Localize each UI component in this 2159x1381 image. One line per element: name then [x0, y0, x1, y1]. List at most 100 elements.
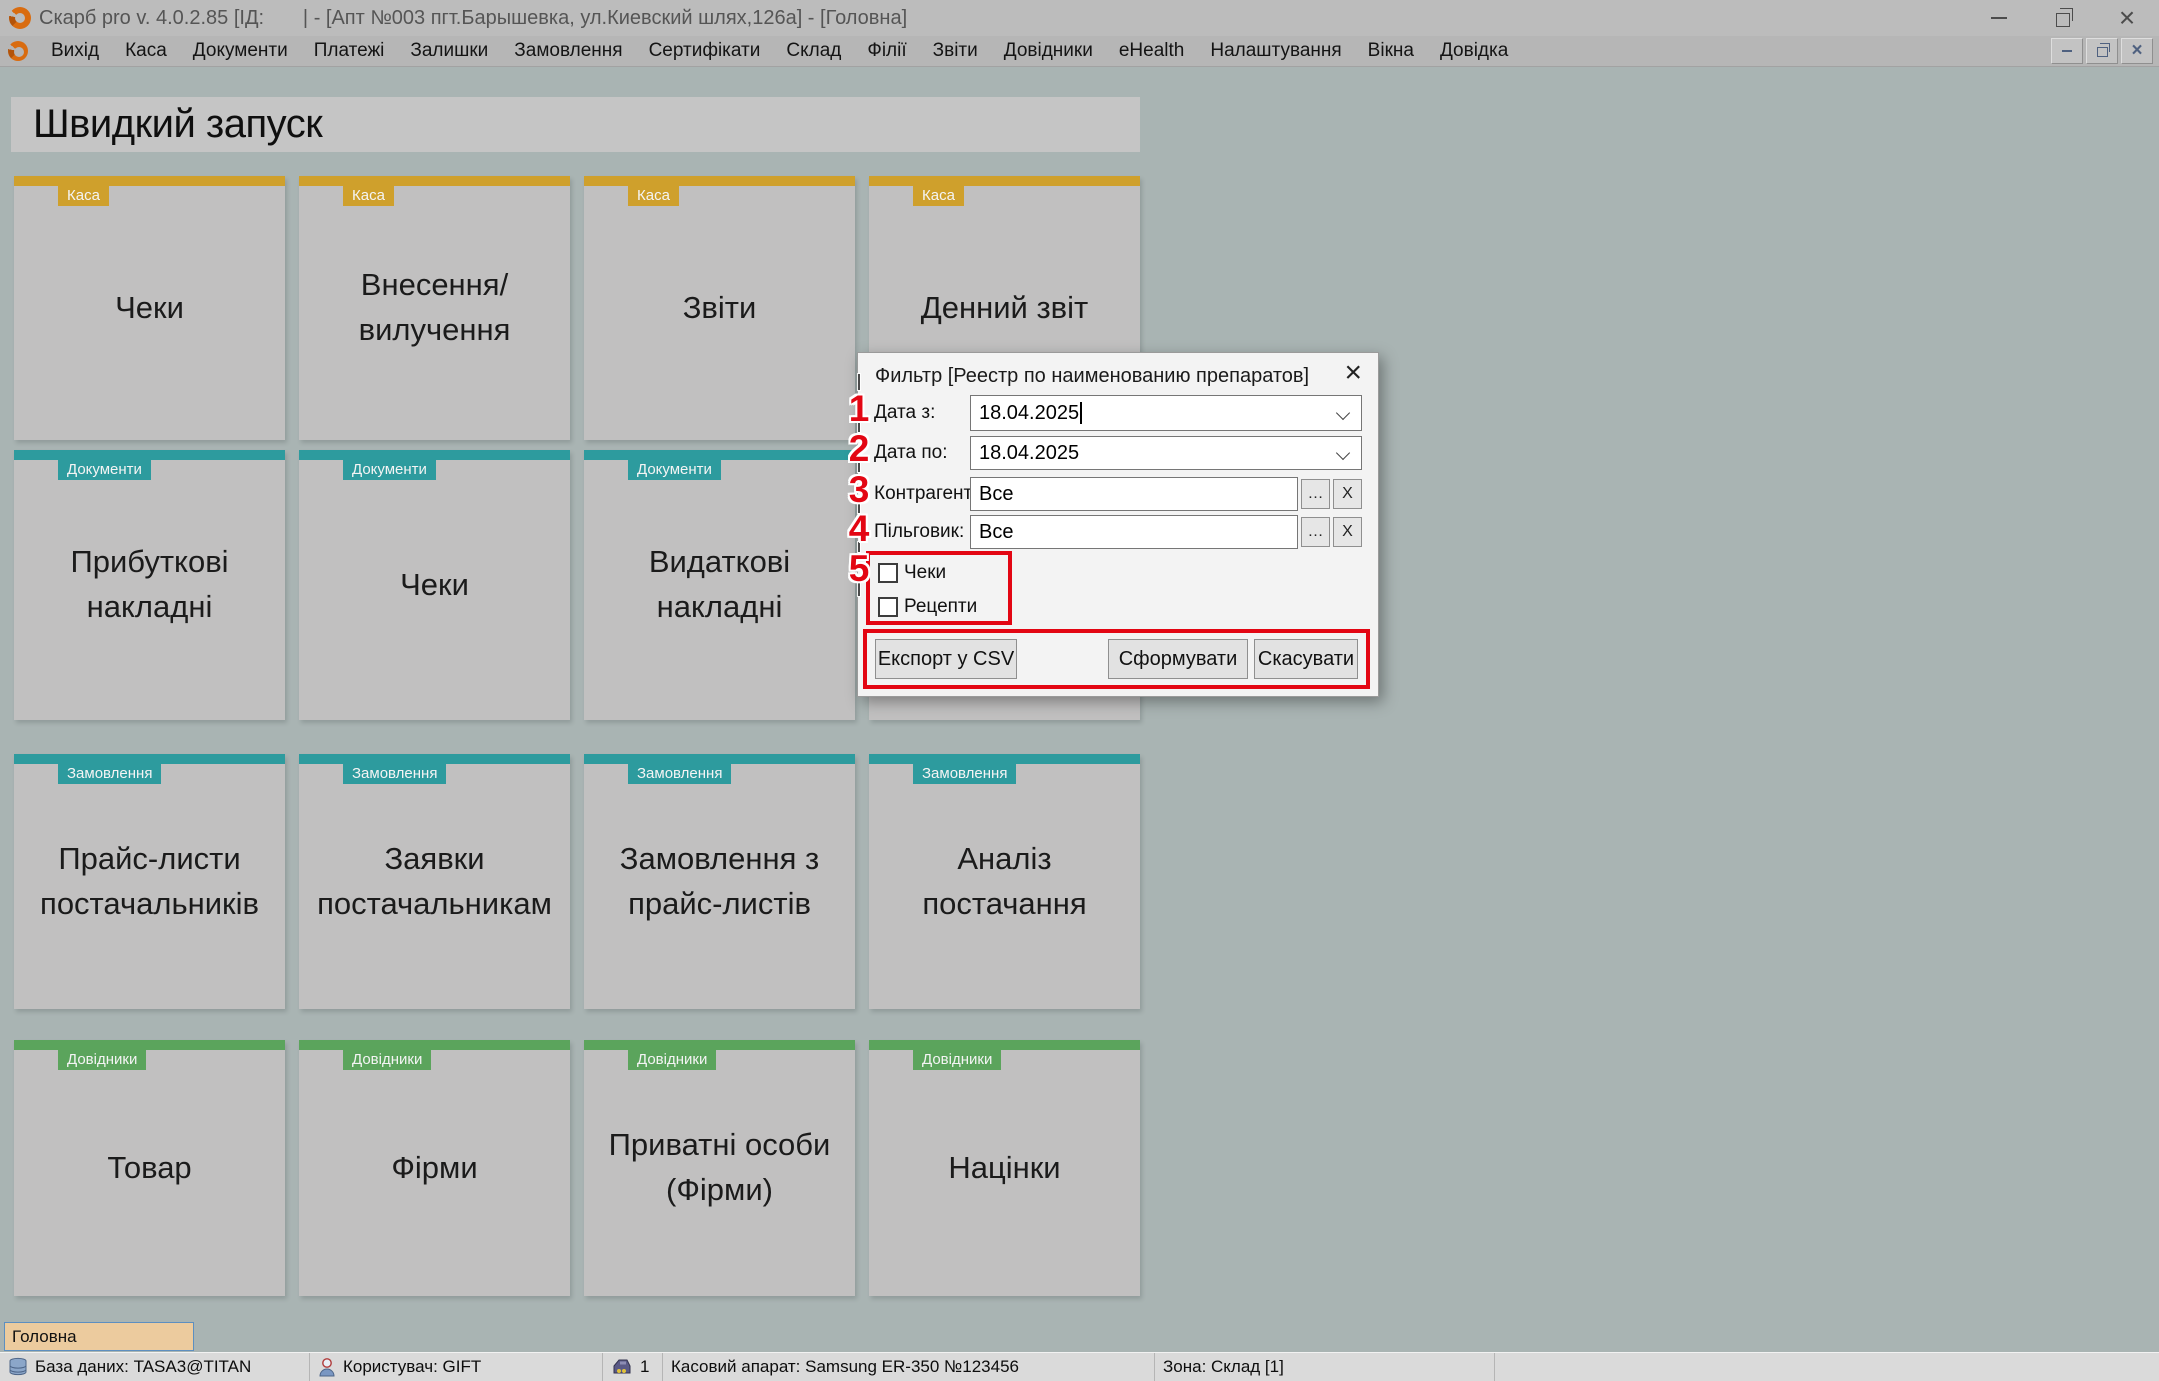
- tile-dok-prybutkovi[interactable]: Документи Прибуткові накладні: [14, 450, 285, 720]
- tile-zam-analiz[interactable]: Замовлення Аналіз постачання: [869, 754, 1140, 1009]
- date-from-input[interactable]: 18.04.2025: [970, 395, 1362, 431]
- cancel-button[interactable]: Скасувати: [1254, 639, 1358, 679]
- date-to-input[interactable]: 18.04.2025: [970, 436, 1362, 470]
- user-icon: [318, 1357, 336, 1377]
- tile-category-bar: [299, 450, 570, 460]
- annotation-number-3: 3: [848, 469, 870, 510]
- tile-dov-tovar[interactable]: Довідники Товар: [14, 1040, 285, 1296]
- menu-dokumenty[interactable]: Документи: [180, 36, 301, 66]
- menu-nalashtuvannia[interactable]: Налаштування: [1197, 36, 1354, 66]
- menu-vikna[interactable]: Вікна: [1355, 36, 1427, 66]
- app-logo-icon: [9, 7, 31, 29]
- menu-filii[interactable]: Філії: [854, 36, 919, 66]
- date-to-label: Дата по:: [874, 442, 948, 463]
- tile-category-badge: Довідники: [628, 1050, 717, 1070]
- menu-dovidnyky[interactable]: Довідники: [991, 36, 1106, 66]
- tile-category-bar: [584, 450, 855, 460]
- contractor-more-button[interactable]: …: [1301, 479, 1330, 509]
- tile-category-badge: Замовлення: [343, 764, 447, 784]
- tile-label: Фірми: [391, 1149, 478, 1185]
- tile-label: Звіти: [682, 289, 757, 325]
- tile-dok-cheky[interactable]: Документи Чеки: [299, 450, 570, 720]
- contractor-clear-button[interactable]: X: [1333, 479, 1362, 509]
- filter-dialog: Фильтр [Реестр по наименованию препарато…: [857, 352, 1379, 697]
- beneficiary-clear-button[interactable]: X: [1333, 517, 1362, 547]
- generate-button[interactable]: Сформувати: [1108, 639, 1248, 679]
- mdi-close-icon[interactable]: ×: [2121, 38, 2153, 64]
- tile-row-dovidnyky: Довідники Товар Довідники Фірми Довідник…: [14, 1040, 1140, 1296]
- restore-icon[interactable]: [2031, 0, 2095, 36]
- tile-category-bar: [869, 176, 1140, 186]
- tile-row-zamovlennia: Замовлення Прайс-листи постачальників За…: [14, 754, 1140, 1009]
- tile-category-bar: [14, 754, 285, 764]
- menu-vykhid[interactable]: Вихід: [38, 36, 112, 66]
- tile-category-badge: Замовлення: [628, 764, 732, 784]
- tile-dov-natsinky[interactable]: Довідники Націнки: [869, 1040, 1140, 1296]
- zone-text: Зона: Склад [1]: [1163, 1357, 1284, 1376]
- tile-dok-vydatkovi[interactable]: Документи Видаткові накладні: [584, 450, 855, 720]
- page-title: Швидкий запуск: [33, 102, 323, 146]
- menu-zvity[interactable]: Звіти: [920, 36, 991, 66]
- tile-zam-prais-lysty[interactable]: Замовлення Прайс-листи постачальників: [14, 754, 285, 1009]
- annotation-number-5: 5: [848, 548, 870, 589]
- tab-holovna[interactable]: Головна: [4, 1322, 194, 1351]
- menu-dovidka[interactable]: Довідка: [1427, 36, 1521, 66]
- contractor-input[interactable]: Все: [970, 477, 1298, 511]
- mdi-child-icon[interactable]: [8, 41, 28, 61]
- menu-zamovlennia[interactable]: Замовлення: [501, 36, 635, 66]
- database-text: База даних: TASA3@TITAN: [35, 1357, 252, 1376]
- menu-sklad[interactable]: Склад: [773, 36, 854, 66]
- chevron-down-icon[interactable]: [1335, 405, 1351, 421]
- tile-label: Чеки: [400, 566, 469, 602]
- tile-kasa-vnesennia[interactable]: Каса Внесення/вилучення: [299, 176, 570, 440]
- beneficiary-input[interactable]: Все: [970, 515, 1298, 549]
- cash-register-text: Касовий апарат: Samsung ER-350 №123456: [671, 1357, 1020, 1376]
- tile-zam-z-prais-lystiv[interactable]: Замовлення Замовлення з прайс-листів: [584, 754, 855, 1009]
- annotation-number-2: 2: [848, 428, 870, 469]
- status-bar: База даних: TASA3@TITAN Користувач: GIFT…: [0, 1352, 2159, 1381]
- tile-label: Чеки: [115, 289, 184, 325]
- checkbox-cheky[interactable]: [878, 563, 898, 583]
- tile-category-badge: Документи: [58, 460, 151, 480]
- tile-category-badge: Каса: [628, 186, 679, 206]
- tile-label: Націнки: [948, 1149, 1061, 1185]
- checkbox-retsepty[interactable]: [878, 597, 898, 617]
- menu-ehealth[interactable]: eHealth: [1106, 36, 1198, 66]
- tile-label: Приватні особи (Фірми): [608, 1127, 831, 1207]
- tile-category-bar: [869, 1040, 1140, 1050]
- tile-kasa-zvity[interactable]: Каса Звіти: [584, 176, 855, 440]
- tile-label: Видаткові накладні: [648, 544, 791, 624]
- tile-category-badge: Довідники: [58, 1050, 147, 1070]
- beneficiary-value: Все: [979, 520, 1014, 543]
- tile-category-badge: Замовлення: [58, 764, 162, 784]
- title-bar: Скарб pro v. 4.0.2.85 [ІД: | - [Апт №003…: [0, 0, 2159, 36]
- close-icon[interactable]: ×: [2095, 0, 2159, 36]
- mdi-minimize-icon[interactable]: [2051, 38, 2083, 64]
- tile-dov-pryvatni-osoby[interactable]: Довідники Приватні особи (Фірми): [584, 1040, 855, 1296]
- menu-zalyshky[interactable]: Залишки: [397, 36, 501, 66]
- tile-dov-firmy[interactable]: Довідники Фірми: [299, 1040, 570, 1296]
- annotation-box-checkboxes: Чеки Рецепти: [866, 551, 1012, 625]
- tile-zam-zaiavky[interactable]: Замовлення Заявки постачальникам: [299, 754, 570, 1009]
- checkbox-cheky-label: Чеки: [904, 562, 947, 583]
- tile-category-bar: [584, 176, 855, 186]
- mdi-restore-icon[interactable]: [2086, 38, 2118, 64]
- menu-kasa[interactable]: Каса: [112, 36, 180, 66]
- date-to-row: Дата по: 18.04.2025: [874, 436, 1362, 470]
- beneficiary-more-button[interactable]: …: [1301, 517, 1330, 547]
- checkbox-retsepty-row[interactable]: Рецепти: [878, 596, 1008, 618]
- menu-platezhi[interactable]: Платежі: [301, 36, 398, 66]
- app-window: { "window": { "title": "Скарб pro v. 4.0…: [0, 0, 2159, 1381]
- export-csv-button[interactable]: Експорт у CSV: [875, 639, 1017, 679]
- tile-category-bar: [14, 450, 285, 460]
- tile-kasa-cheky[interactable]: Каса Чеки: [14, 176, 285, 440]
- menu-sertyfikaty[interactable]: Сертифікати: [636, 36, 774, 66]
- minimize-icon[interactable]: [1967, 0, 2031, 36]
- chevron-down-icon[interactable]: [1335, 445, 1351, 461]
- tile-category-badge: Документи: [343, 460, 436, 480]
- tile-category-bar: [14, 1040, 285, 1050]
- checkbox-cheky-row[interactable]: Чеки: [878, 562, 1008, 584]
- tile-category-bar: [584, 754, 855, 764]
- tile-category-bar: [299, 176, 570, 186]
- dialog-close-icon[interactable]: ×: [1344, 357, 1362, 389]
